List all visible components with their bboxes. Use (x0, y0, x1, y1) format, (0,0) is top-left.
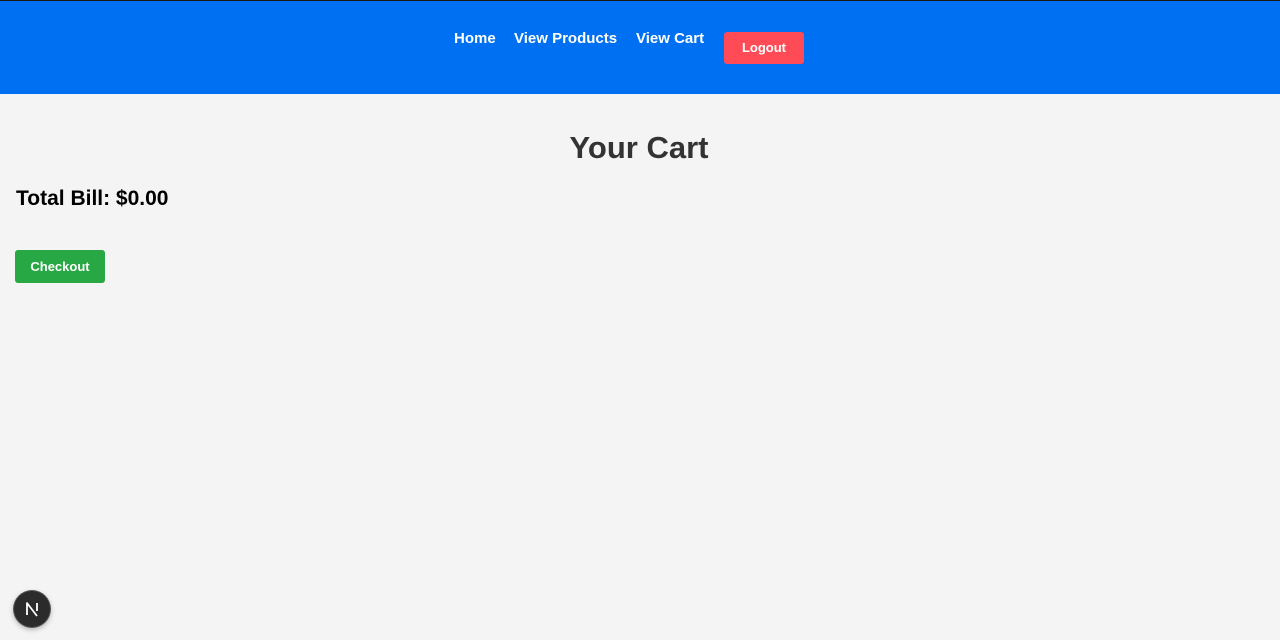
nav-link-view-products[interactable]: View Products (514, 30, 617, 48)
page-title: Your Cart (569, 130, 709, 165)
nextjs-dev-indicator-button[interactable] (14, 591, 50, 627)
nav-link-home[interactable]: Home (454, 30, 496, 48)
checkout-button[interactable]: Checkout (15, 250, 105, 283)
nav-link-view-cart[interactable]: View Cart (636, 30, 704, 48)
total-bill: Total Bill: $0.00 (16, 187, 169, 210)
top-navbar: Home View Products View Cart Logout (0, 0, 1280, 94)
logout-button[interactable]: Logout (724, 32, 804, 64)
nextjs-logo-icon (26, 602, 38, 617)
